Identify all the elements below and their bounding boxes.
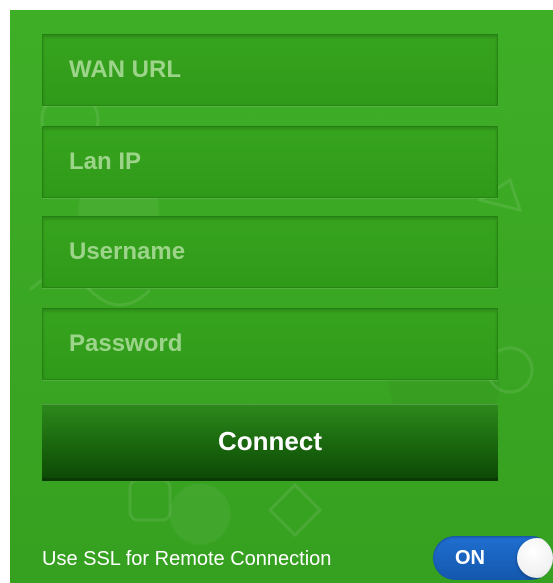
password-input[interactable] xyxy=(43,309,497,379)
connect-button[interactable]: Connect xyxy=(42,404,498,478)
ssl-toggle-text: ON xyxy=(455,547,485,569)
lan-ip-input[interactable] xyxy=(43,127,497,197)
username-field xyxy=(42,216,498,288)
login-panel: Connect Use SSL for Remote Connection ON xyxy=(10,10,553,583)
password-field xyxy=(42,308,498,380)
wan-url-field xyxy=(42,34,498,106)
ssl-label: Use SSL for Remote Connection xyxy=(42,548,332,570)
username-input[interactable] xyxy=(43,217,497,287)
wan-url-input[interactable] xyxy=(43,35,497,105)
toggle-knob xyxy=(517,538,553,578)
ssl-toggle[interactable]: ON xyxy=(433,536,553,580)
lan-ip-field xyxy=(42,126,498,198)
